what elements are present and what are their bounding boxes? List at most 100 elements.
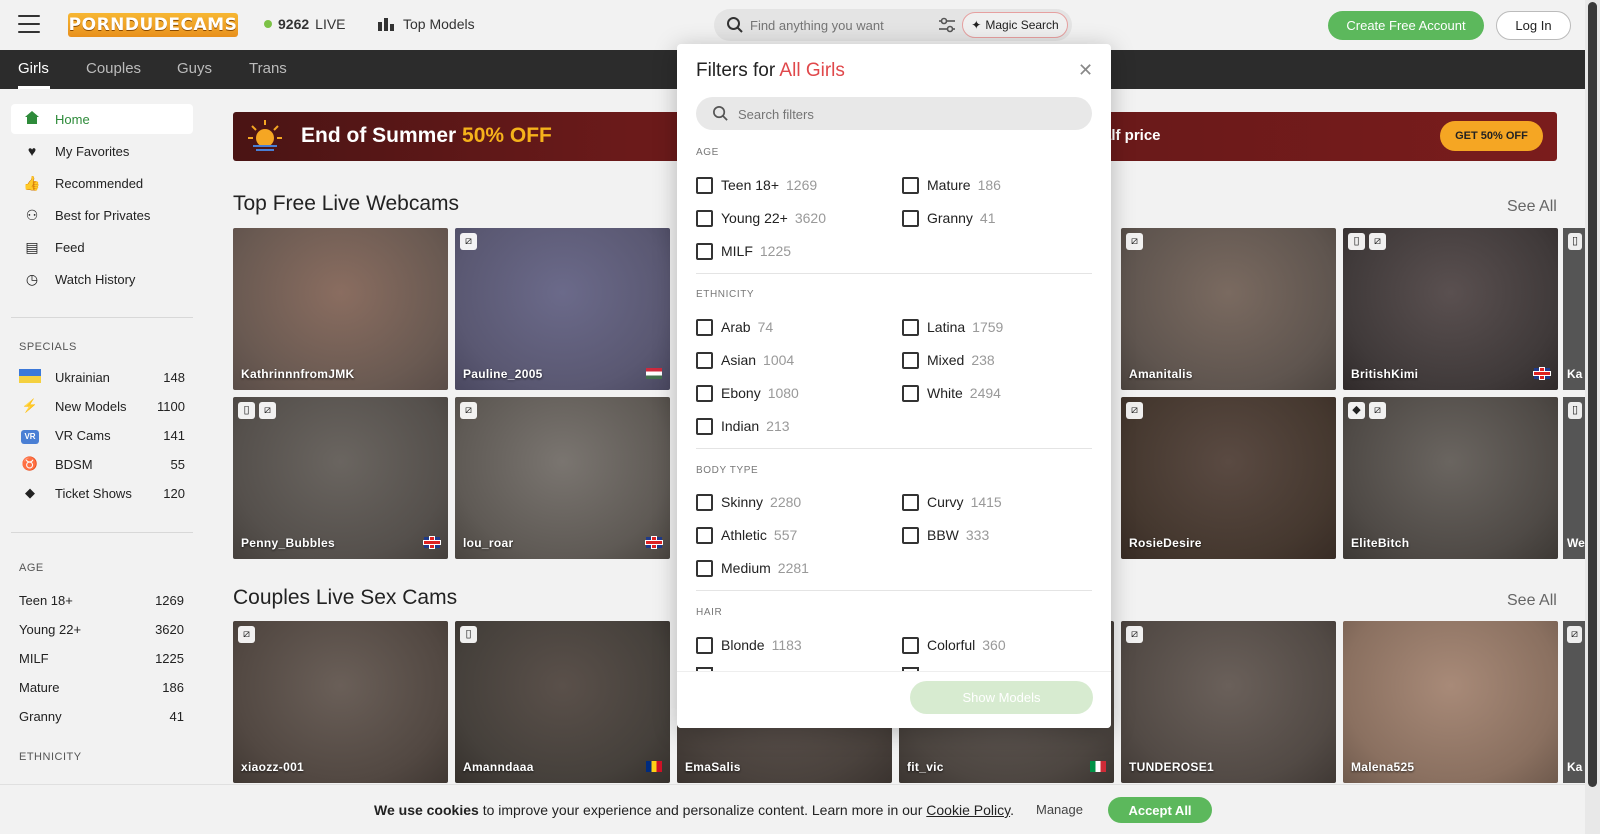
filter-option-latina[interactable]: Latina 1759 — [902, 318, 1003, 336]
checkbox[interactable] — [902, 209, 919, 227]
manage-cookies-button[interactable]: Manage — [1036, 802, 1083, 817]
filter-divider — [696, 590, 1092, 591]
checkbox[interactable] — [902, 176, 919, 194]
accept-cookies-button[interactable]: Accept All — [1108, 797, 1212, 823]
model-card-partial[interactable]: ▯ Ka — [1563, 228, 1585, 390]
checkbox[interactable] — [902, 351, 919, 369]
model-card[interactable]: KathrinnnfromJMK — [233, 228, 448, 390]
model-card[interactable]: ⧄ xiaozz-001 — [233, 621, 448, 783]
login-button[interactable]: Log In — [1496, 11, 1571, 40]
model-card[interactable]: ⧄ TUNDEROSE1 — [1121, 621, 1336, 783]
see-all-free-link[interactable]: See All — [1507, 198, 1557, 216]
sidebar-item-home[interactable]: Home — [11, 104, 193, 134]
model-card[interactable]: ▯ ⧄ BritishKimi — [1343, 228, 1558, 390]
filter-label: Granny — [927, 210, 973, 226]
model-card[interactable]: ⧄ RosieDesire — [1121, 397, 1336, 559]
filter-heading-ethnicity: ETHNICITY — [696, 289, 755, 300]
top-models-link[interactable]: Top Models — [377, 16, 475, 32]
model-card[interactable]: ⧄ lou_roar — [455, 397, 670, 559]
magic-search-button[interactable]: ✦ Magic Search — [962, 12, 1068, 38]
checkbox[interactable] — [696, 318, 713, 336]
sidebar-item-feed[interactable]: ▤ Feed — [11, 232, 193, 262]
filter-option-mixed[interactable]: Mixed 238 — [902, 351, 995, 369]
show-models-button[interactable]: Show Models — [910, 681, 1093, 714]
filter-option-curvy[interactable]: Curvy 1415 — [902, 493, 1002, 511]
romania-flag-icon — [646, 761, 662, 772]
filter-option-blonde[interactable]: Blonde 1183 — [696, 636, 802, 654]
filter-option-teen[interactable]: Teen 18+ 1269 — [696, 176, 817, 194]
menu-icon[interactable] — [18, 15, 40, 33]
filter-option-young[interactable]: Young 22+ 3620 — [696, 209, 826, 227]
site-logo[interactable]: PORNDUDECAMS — [68, 13, 238, 37]
checkbox[interactable] — [696, 417, 713, 435]
sidebar-item-watch-history[interactable]: ◷ Watch History — [11, 264, 193, 294]
sidebar-age-young[interactable]: Young 22+ 3620 — [19, 619, 184, 639]
tab-trans[interactable]: Trans — [249, 60, 287, 77]
checkbox[interactable] — [696, 636, 713, 654]
sidebar-item-favorites[interactable]: ♥ My Favorites — [11, 136, 193, 166]
checkbox[interactable] — [696, 493, 713, 511]
filter-option-mature[interactable]: Mature 186 — [902, 176, 1001, 194]
sidebar-age-granny[interactable]: Granny 41 — [19, 706, 184, 726]
scrollbar-thumb[interactable] — [1588, 2, 1597, 787]
cookie-policy-link[interactable]: Cookie Policy — [926, 802, 1010, 818]
filter-option-granny[interactable]: Granny 41 — [902, 209, 996, 227]
filter-option-arab[interactable]: Arab 74 — [696, 318, 773, 336]
tab-couples[interactable]: Couples — [86, 60, 141, 77]
model-card[interactable]: ⧄ Pauline_2005 — [455, 228, 670, 390]
filter-sliders-icon[interactable] — [938, 16, 956, 34]
model-card[interactable]: ▯ Amanndaaa — [455, 621, 670, 783]
tab-guys[interactable]: Guys — [177, 60, 212, 77]
filter-option-skinny[interactable]: Skinny 2280 — [696, 493, 801, 511]
create-account-button[interactable]: Create Free Account — [1328, 11, 1484, 40]
sidebar-item-best-for-privates[interactable]: ⚇ Best for Privates — [11, 200, 193, 230]
filter-search-bar — [696, 97, 1092, 130]
filter-option-milf[interactable]: MILF 1225 — [696, 242, 791, 260]
see-all-couples-link[interactable]: See All — [1507, 592, 1557, 610]
sidebar-item-ukrainian[interactable]: Ukrainian 148 — [11, 366, 193, 388]
sidebar-item-ticket-shows[interactable]: ◆ Ticket Shows 120 — [11, 482, 193, 504]
filter-option-white[interactable]: White 2494 — [902, 384, 1001, 402]
filter-option-athletic[interactable]: Athletic 557 — [696, 526, 797, 544]
sidebar-age-milf[interactable]: MILF 1225 — [19, 648, 184, 668]
model-card-partial[interactable]: ▯ We — [1563, 397, 1585, 559]
checkbox[interactable] — [696, 242, 713, 260]
model-name: lou_roar — [463, 536, 514, 550]
sidebar-item-bdsm[interactable]: ♉ BDSM 55 — [11, 453, 193, 475]
model-name: Amanitalis — [1129, 367, 1193, 381]
filter-option-asian[interactable]: Asian 1004 — [696, 351, 794, 369]
sidebar-item-new-models[interactable]: ⚡ New Models 1100 — [11, 395, 193, 417]
get-discount-button[interactable]: GET 50% OFF — [1440, 121, 1543, 151]
filter-search-input[interactable] — [738, 105, 1058, 123]
model-card[interactable]: Malena525 — [1343, 621, 1558, 783]
checkbox[interactable] — [902, 493, 919, 511]
checkbox[interactable] — [696, 526, 713, 544]
filter-option-bbw[interactable]: BBW 333 — [902, 526, 989, 544]
checkbox[interactable] — [902, 636, 919, 654]
scrollbar[interactable] — [1585, 0, 1600, 834]
model-card[interactable]: ▯ ⧄ Penny_Bubbles — [233, 397, 448, 559]
close-icon[interactable]: ✕ — [1078, 60, 1093, 81]
checkbox[interactable] — [902, 526, 919, 544]
model-card[interactable]: ◆ ⧄ EliteBitch — [1343, 397, 1558, 559]
sidebar-age-teen[interactable]: Teen 18+ 1269 — [19, 590, 184, 610]
filter-option-indian[interactable]: Indian 213 — [696, 417, 790, 435]
model-card-partial[interactable]: ⧄ Ka — [1563, 621, 1585, 783]
sidebar-item-recommended[interactable]: 👍 Recommended — [11, 168, 193, 198]
checkbox[interactable] — [696, 351, 713, 369]
checkbox[interactable] — [696, 176, 713, 194]
filter-option-ebony[interactable]: Ebony 1080 — [696, 384, 799, 402]
search-input[interactable] — [750, 15, 930, 35]
model-card[interactable]: ⧄ Amanitalis — [1121, 228, 1336, 390]
checkbox[interactable] — [696, 384, 713, 402]
tab-girls[interactable]: Girls — [18, 60, 49, 77]
filter-option-medium[interactable]: Medium 2281 — [696, 559, 809, 577]
checkbox[interactable] — [902, 318, 919, 336]
sidebar-age-mature[interactable]: Mature 186 — [19, 677, 184, 697]
checkbox[interactable] — [902, 384, 919, 402]
checkbox[interactable] — [696, 559, 713, 577]
sidebar-item-vr-cams[interactable]: VR VR Cams 141 — [11, 424, 193, 446]
live-count[interactable]: 9262 LIVE — [264, 16, 346, 32]
filter-option-colorful[interactable]: Colorful 360 — [902, 636, 1006, 654]
checkbox[interactable] — [696, 209, 713, 227]
